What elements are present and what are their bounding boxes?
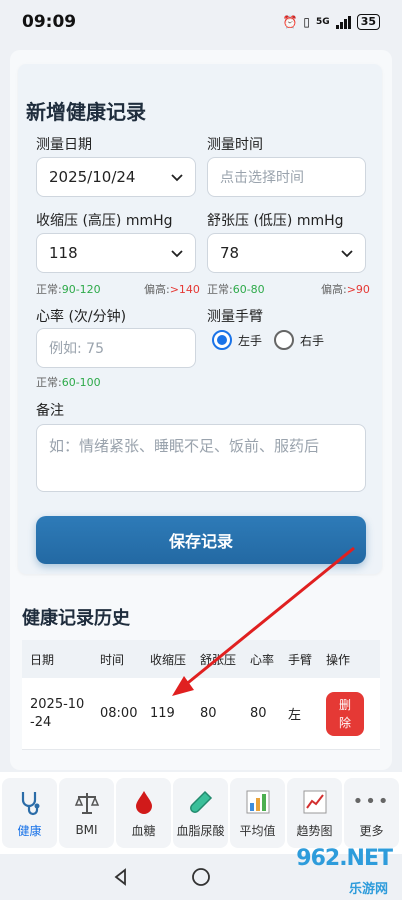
watermark: 962.NET — [296, 846, 393, 871]
notes-label: 备注 — [36, 403, 64, 419]
notes-textarea[interactable]: 如：情绪紧张、睡眠不足、饭前、服药后 — [36, 424, 366, 492]
back-icon[interactable] — [111, 867, 131, 887]
col-date: 日期 — [30, 652, 55, 667]
diastolic-label: 舒张压 (低压) mmHg — [207, 213, 344, 229]
col-time: 时间 — [100, 652, 125, 667]
chevron-down-icon — [341, 250, 353, 258]
table-row: 2025-10-24 08:00 119 80 80 左 删除 — [22, 678, 380, 750]
hint-value: >90 — [346, 283, 370, 296]
col-systolic: 收缩压 — [150, 652, 187, 667]
systolic-label: 收缩压 (高压) mmHg — [36, 213, 173, 229]
nav-item-more[interactable]: ••• 更多 — [344, 778, 399, 848]
status-time: 09:09 — [22, 12, 77, 32]
heart-rate-label: 心率 (次/分钟) — [36, 309, 127, 325]
hint-value: 90-120 — [61, 283, 101, 296]
scale-icon — [73, 789, 101, 817]
save-button[interactable]: 保存记录 — [36, 516, 366, 564]
notes-placeholder: 如：情绪紧张、睡眠不足、饭前、服药后 — [49, 437, 320, 455]
nav-label: 更多 — [359, 823, 384, 838]
cell-action: 删除 — [326, 691, 380, 736]
hint-label: 偏高: — [321, 283, 347, 296]
history-title: 健康记录历史 — [22, 608, 130, 629]
battery-icon: 35 — [356, 14, 380, 30]
systolic-high-hint: 偏高:>140 — [144, 281, 200, 297]
heart-rate-normal-hint: 正常:60-100 — [36, 374, 101, 390]
arm-right-option[interactable]: 右手 — [274, 330, 324, 350]
table-header: 日期 时间 收缩压 舒张压 心率 手臂 操作 — [22, 640, 380, 678]
nav-item-average[interactable]: 平均值 — [230, 778, 285, 848]
watermark-sub: 乐游网 — [348, 882, 388, 897]
nav-item-lipid-uric[interactable]: 血脂尿酸 — [173, 778, 228, 848]
hint-label: 正常: — [36, 283, 62, 296]
nav-item-health[interactable]: 健康 — [2, 778, 57, 848]
arm-label: 测量手臂 — [207, 309, 263, 325]
nav-label: BMI — [75, 823, 98, 837]
chevron-down-icon — [171, 250, 183, 258]
arm-left-label: 左手 — [238, 333, 263, 348]
more-icon: ••• — [352, 791, 391, 812]
date-select[interactable]: 2025/10/24 — [36, 157, 196, 197]
nav-label: 平均值 — [239, 823, 276, 838]
home-icon[interactable] — [191, 867, 211, 887]
nav-label: 血脂尿酸 — [176, 823, 225, 838]
date-label: 测量日期 — [36, 137, 92, 153]
nav-label: 血糖 — [131, 823, 156, 838]
status-bar: 09:09 ⏰ ▯ 5G 35 — [0, 0, 402, 44]
cell-time: 08:00 — [100, 706, 138, 721]
arm-right-label: 右手 — [300, 333, 325, 348]
hint-value: >140 — [169, 283, 200, 296]
nav-item-trend[interactable]: 趋势图 — [287, 778, 342, 848]
col-action: 操作 — [326, 652, 351, 667]
hint-value: 60-80 — [232, 283, 265, 296]
hint-value: 60-100 — [61, 376, 101, 389]
cell-date: 2025-10-24 — [30, 696, 85, 730]
cell-arm: 左 — [288, 708, 302, 723]
nav-item-blood-sugar[interactable]: 血糖 — [116, 778, 171, 848]
date-value: 2025/10/24 — [49, 168, 136, 186]
line-chart-icon — [301, 788, 329, 816]
arm-left-option[interactable]: 左手 — [212, 330, 262, 350]
cell-systolic: 119 — [150, 706, 175, 721]
hint-label: 偏高: — [144, 283, 170, 296]
history-table: 日期 时间 收缩压 舒张压 心率 手臂 操作 2025-10-24 08:00 … — [22, 640, 380, 750]
time-label: 测量时间 — [207, 137, 263, 153]
cell-diastolic: 80 — [200, 706, 217, 721]
blood-drop-icon — [130, 788, 158, 816]
diastolic-select[interactable]: 78 — [207, 233, 366, 273]
cell-heart-rate: 80 — [250, 706, 267, 721]
time-placeholder: 点击选择时间 — [220, 170, 304, 186]
form-title: 新增健康记录 — [26, 100, 146, 124]
nav-label: 趋势图 — [296, 823, 333, 838]
watermark-logo: 962.NET — [296, 846, 393, 871]
hint-label: 正常: — [36, 376, 62, 389]
delete-button[interactable]: 删除 — [326, 691, 364, 736]
systolic-normal-hint: 正常:90-120 — [36, 281, 101, 297]
col-heart-rate: 心率 — [250, 652, 275, 667]
diastolic-value: 78 — [220, 244, 240, 262]
network-label: 5G — [316, 17, 330, 27]
nav-item-bmi[interactable]: BMI — [59, 778, 114, 848]
heart-rate-input[interactable]: 例如: 75 — [36, 328, 196, 368]
diastolic-high-hint: 偏高:>90 — [321, 281, 370, 297]
time-input[interactable]: 点击选择时间 — [207, 157, 366, 197]
heart-rate-placeholder: 例如: 75 — [49, 341, 104, 357]
radio-unchecked-icon[interactable] — [274, 330, 294, 350]
bottom-nav: 健康 BMI 血糖 血脂尿酸 平均值 趋势图 ••• 更多 — [0, 772, 402, 854]
bar-chart-icon — [244, 788, 272, 816]
diastolic-normal-hint: 正常:60-80 — [207, 281, 265, 297]
status-icons: ⏰ ▯ 5G 35 — [282, 14, 380, 30]
vibrate-icon: ▯ — [303, 15, 311, 29]
col-diastolic: 舒张压 — [200, 652, 237, 667]
systolic-value: 118 — [49, 244, 78, 262]
signal-icon — [335, 15, 351, 29]
systolic-select[interactable]: 118 — [36, 233, 196, 273]
chevron-down-icon — [171, 174, 183, 182]
radio-checked-icon[interactable] — [212, 330, 232, 350]
hint-label: 正常: — [207, 283, 233, 296]
alarm-icon: ⏰ — [282, 15, 298, 29]
test-tube-icon — [187, 788, 215, 816]
nav-label: 健康 — [17, 823, 42, 838]
col-arm: 手臂 — [288, 652, 313, 667]
stethoscope-icon — [16, 788, 44, 816]
